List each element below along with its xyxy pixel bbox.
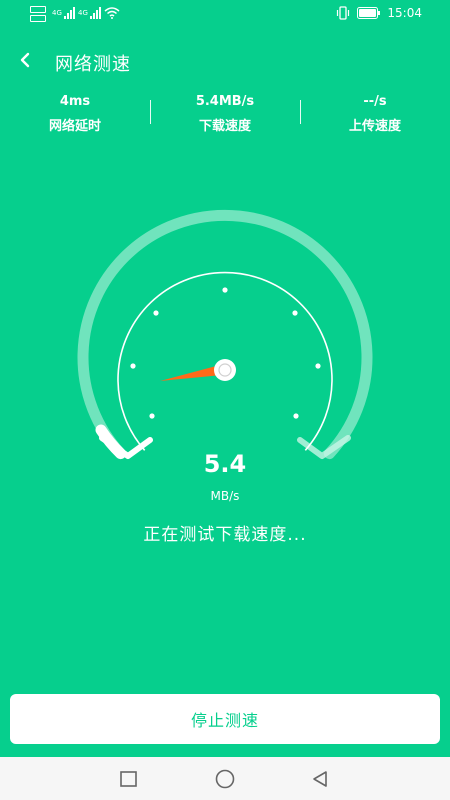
wifi-icon (104, 7, 120, 19)
stop-test-button[interactable]: 停止测速 (10, 694, 440, 744)
stat-latency: 4ms 网络延时 (0, 92, 150, 137)
status-right: 15:04 (335, 6, 422, 20)
signal-icon-2 (90, 7, 101, 19)
gauge-ticks (130, 287, 321, 419)
gauge-tick (292, 310, 298, 316)
test-status-message: 正在测试下载速度... (143, 525, 307, 545)
gauge-needle (160, 365, 222, 381)
gauge-hub (214, 359, 236, 381)
gauge-tick (222, 287, 228, 293)
upload-label: 上传速度 (348, 119, 401, 134)
clock: 15:04 (387, 6, 422, 20)
download-value: 5.4MB/s (195, 94, 255, 109)
network-4g-label-2: 4G (78, 9, 88, 17)
circle-icon[interactable] (213, 767, 237, 791)
battery-icon (357, 7, 381, 19)
system-nav-bar (0, 757, 450, 800)
speed-value: 5.4 (203, 450, 247, 478)
gauge-tick (153, 310, 159, 316)
stat-download: 5.4MB/s 下载速度 (150, 92, 300, 137)
signal-icon (64, 7, 75, 19)
gauge-tick (293, 413, 299, 419)
status-bar: 4G 4G 15:04 (0, 0, 450, 30)
square-icon[interactable] (117, 767, 141, 791)
stat-upload: --/s 上传速度 (300, 92, 450, 137)
speed-unit: MB/s (210, 489, 240, 503)
stats-row: 4ms 网络延时 5.4MB/s 下载速度 --/s 上传速度 (0, 92, 450, 142)
gauge-tick (149, 413, 155, 419)
gauge-tick (315, 363, 321, 369)
vibrate-icon (337, 6, 350, 20)
upload-value: --/s (363, 94, 387, 109)
header: 网络测速 (0, 42, 450, 82)
latency-label: 网络延时 (48, 119, 101, 134)
page-title: 网络测速 (55, 54, 131, 75)
sim-icon (30, 6, 48, 24)
download-label: 下载速度 (198, 119, 251, 134)
chevron-left-icon[interactable] (18, 50, 32, 70)
triangle-back-icon[interactable] (308, 767, 332, 791)
latency-value: 4ms (59, 94, 91, 109)
gauge-tick (130, 363, 136, 369)
network-4g-label: 4G (52, 9, 62, 17)
